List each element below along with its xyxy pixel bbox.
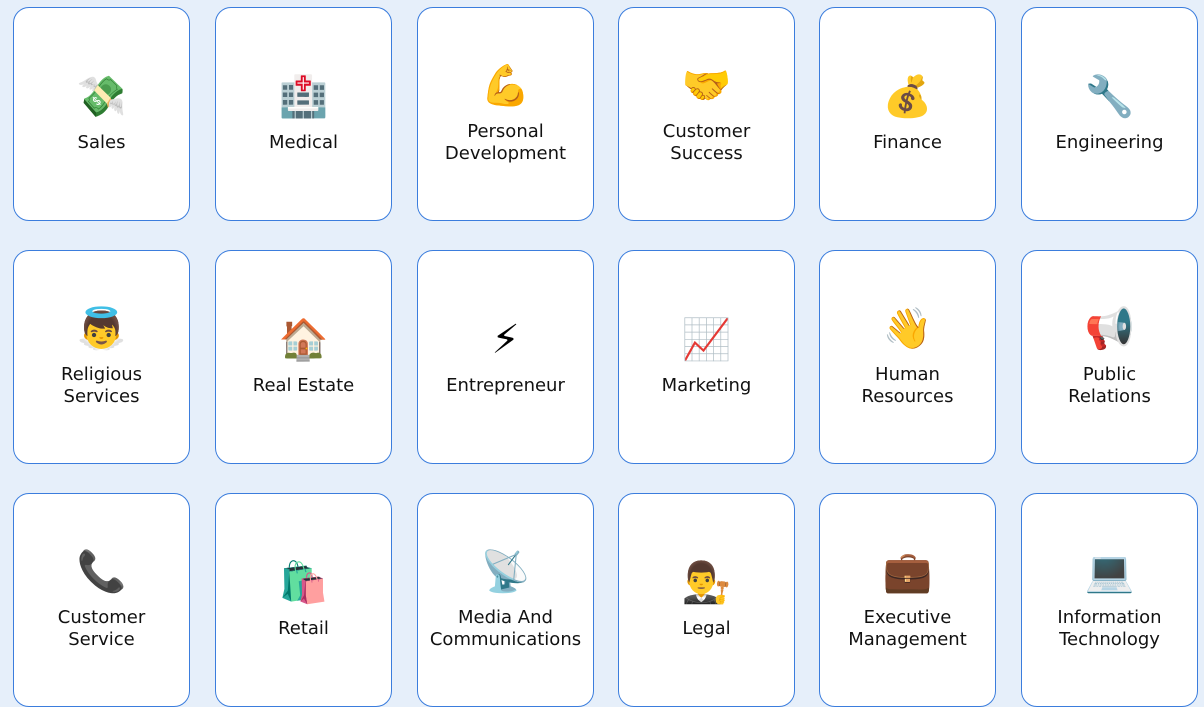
category-card-media-and-communications[interactable]: 📡 Media And Communications [417, 493, 594, 707]
category-label: Finance [873, 132, 942, 153]
category-label: Medical [269, 132, 338, 153]
category-label: Public Relations [1068, 364, 1151, 407]
megaphone-icon: 📢 [1084, 306, 1135, 352]
category-card-medical[interactable]: 🏥 Medical [215, 7, 392, 221]
lightning-icon: ⚡ [491, 317, 520, 363]
category-card-personal-development[interactable]: 💪 Personal Development [417, 7, 594, 221]
category-label: Entrepreneur [446, 375, 565, 396]
category-card-entrepreneur[interactable]: ⚡ Entrepreneur [417, 250, 594, 464]
category-label: Legal [682, 618, 731, 639]
category-card-religious-services[interactable]: 👼 Religious Services [13, 250, 190, 464]
category-label: Customer Success [662, 121, 751, 164]
category-label: Retail [278, 618, 329, 639]
category-card-sales[interactable]: 💸 Sales [13, 7, 190, 221]
category-card-legal[interactable]: 👨‍⚖️ Legal [618, 493, 795, 707]
money-with-wings-icon: 💸 [76, 74, 127, 120]
flexed-biceps-icon: 💪 [480, 63, 531, 109]
category-label: Media And Communications [429, 607, 582, 650]
category-card-information-technology[interactable]: 💻 Information Technology [1021, 493, 1198, 707]
category-card-public-relations[interactable]: 📢 Public Relations [1021, 250, 1198, 464]
category-card-human-resources[interactable]: 👋 Human Resources [819, 250, 996, 464]
category-label: Marketing [661, 375, 752, 396]
money-bag-icon: 💰 [882, 74, 933, 120]
wrench-icon: 🔧 [1084, 74, 1135, 120]
category-grid: 💸 Sales 🏥 Medical 💪 Personal Development… [0, 0, 1204, 707]
briefcase-icon: 💼 [882, 549, 933, 595]
hospital-icon: 🏥 [278, 74, 329, 120]
category-card-marketing[interactable]: 📈 Marketing [618, 250, 795, 464]
satellite-antenna-icon: 📡 [480, 549, 531, 595]
chart-increasing-icon: 📈 [681, 317, 732, 363]
category-label: Personal Development [444, 121, 567, 164]
category-label: Sales [77, 132, 126, 153]
laptop-icon: 💻 [1084, 549, 1135, 595]
house-icon: 🏠 [278, 317, 329, 363]
category-label: Human Resources [861, 364, 954, 407]
judge-icon: 👨‍⚖️ [681, 560, 732, 606]
shopping-bags-icon: 🛍️ [278, 560, 329, 606]
waving-hand-icon: 👋 [882, 306, 933, 352]
category-card-finance[interactable]: 💰 Finance [819, 7, 996, 221]
category-label: Information Technology [1057, 607, 1162, 650]
telephone-receiver-icon: 📞 [76, 549, 127, 595]
baby-angel-icon: 👼 [76, 306, 127, 352]
category-label: Religious Services [61, 364, 142, 407]
category-label: Engineering [1055, 132, 1164, 153]
category-label: Real Estate [252, 375, 355, 396]
category-card-retail[interactable]: 🛍️ Retail [215, 493, 392, 707]
category-label: Customer Service [57, 607, 146, 650]
category-card-customer-service[interactable]: 📞 Customer Service [13, 493, 190, 707]
handshake-icon: 🤝 [681, 63, 732, 109]
category-card-executive-management[interactable]: 💼 Executive Management [819, 493, 996, 707]
category-card-engineering[interactable]: 🔧 Engineering [1021, 7, 1198, 221]
category-card-customer-success[interactable]: 🤝 Customer Success [618, 7, 795, 221]
category-card-real-estate[interactable]: 🏠 Real Estate [215, 250, 392, 464]
category-label: Executive Management [848, 607, 967, 650]
